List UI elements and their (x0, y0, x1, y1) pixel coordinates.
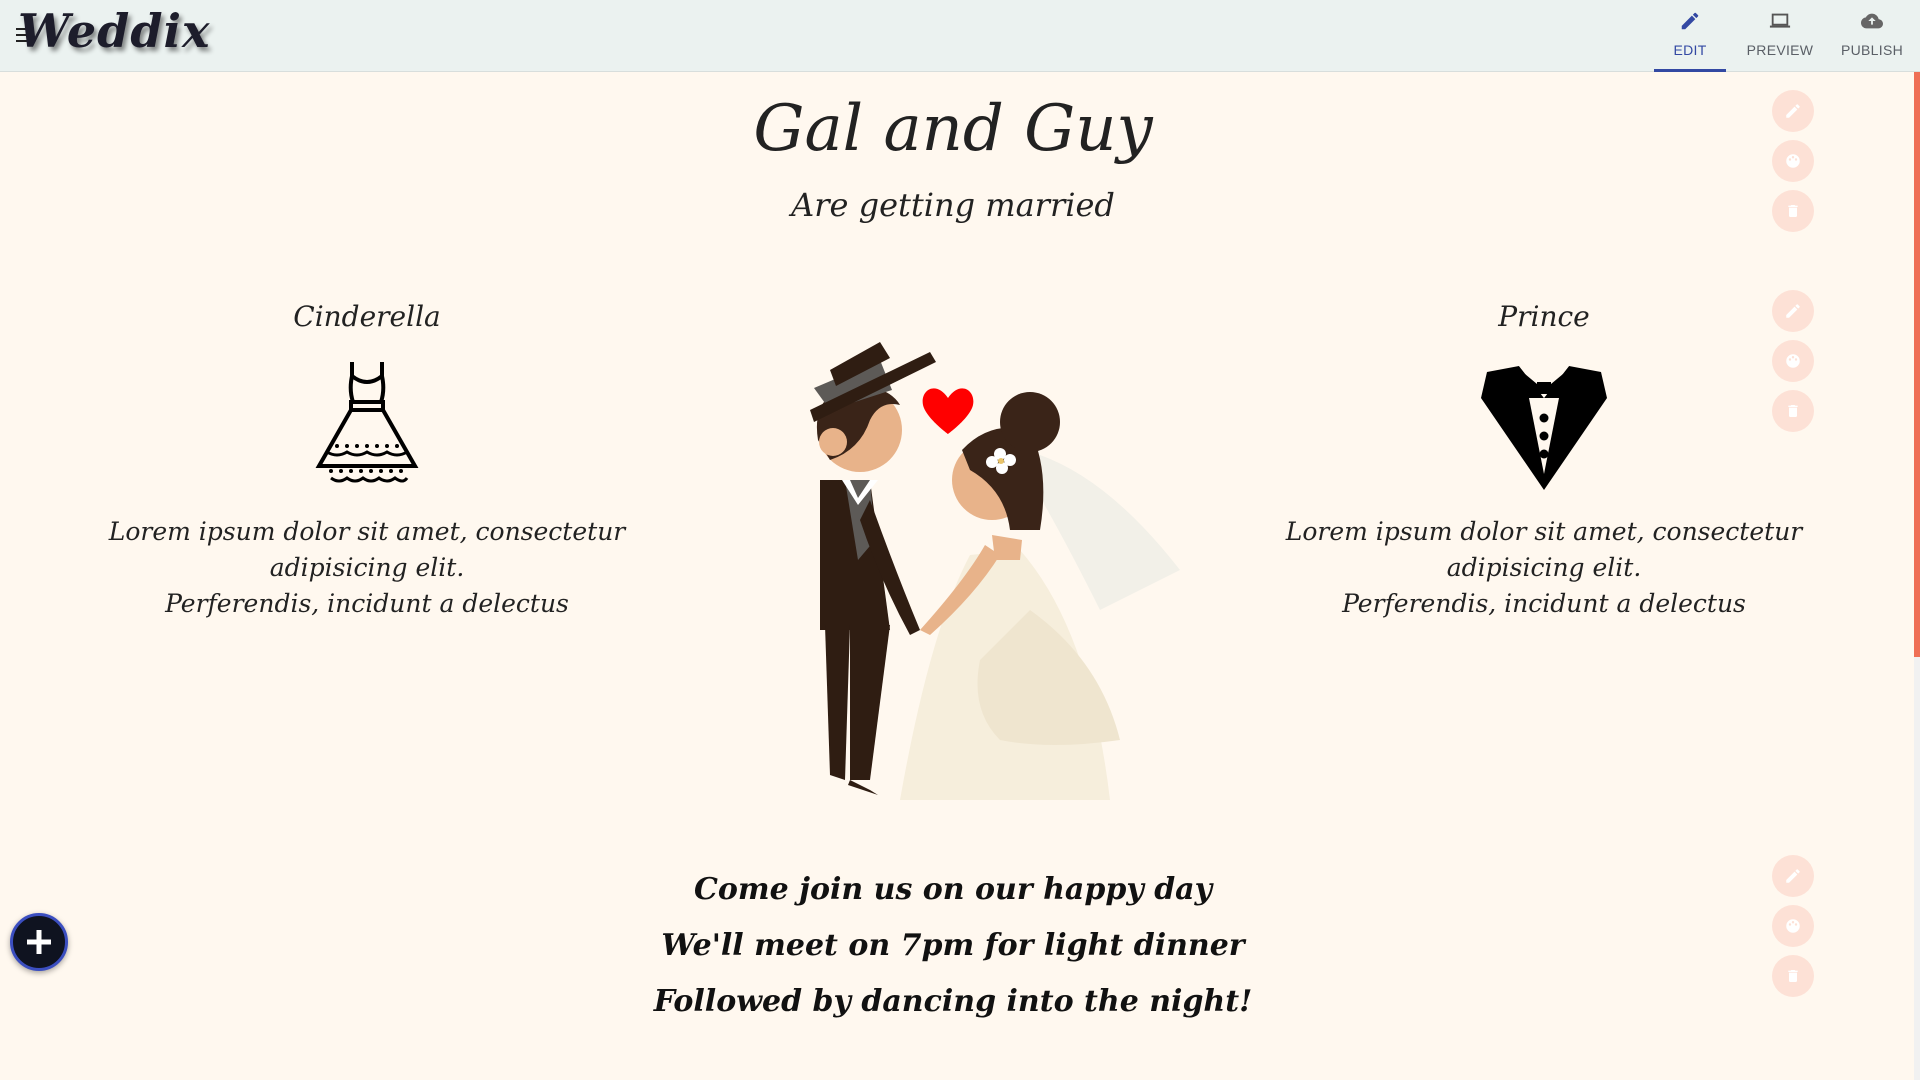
cloud-upload-icon (1824, 10, 1920, 34)
invitation-line-2: We'll meet on 7pm for light dinner (661, 928, 1245, 963)
page-title: Gal and Guy (753, 92, 1153, 166)
invitation-line-3: Followed by dancing into the night! (653, 984, 1253, 1019)
top-nav: EDIT PREVIEW PUBLISH (1650, 0, 1920, 72)
publish-label: PUBLISH (1840, 42, 1903, 58)
laptop-icon (1736, 10, 1824, 34)
couple-illustration (730, 330, 1190, 805)
trash-icon (1788, 970, 1798, 982)
plus-icon (27, 930, 51, 954)
groom-description: Lorem ipsum dolor sit amet, consectetur … (1244, 514, 1844, 622)
groom-name: Prince (1498, 300, 1590, 333)
bride-description: Lorem ipsum dolor sit amet, consectetur … (67, 514, 667, 622)
bride-text-line2: Perferendis, incidunt a delectus (165, 589, 569, 618)
preview-button[interactable]: PREVIEW (1736, 0, 1824, 72)
edit-label: EDIT (1673, 42, 1707, 58)
app-logo: Weddix (18, 4, 211, 58)
pencil-icon (1650, 10, 1730, 34)
dress-icon (67, 358, 667, 498)
groom-text-line2: Perferendis, incidunt a delectus (1342, 589, 1746, 618)
tuxedo-icon (1244, 358, 1844, 498)
page-subtitle: Are getting married (791, 186, 1115, 224)
bride-name: Cinderella (293, 300, 441, 333)
edit-button[interactable]: EDIT (1650, 0, 1730, 72)
add-section-button[interactable] (10, 913, 68, 971)
invitation-line-1: Come join us on our happy day (693, 872, 1213, 907)
preview-label: PREVIEW (1746, 42, 1814, 58)
scrollbar-thumb[interactable] (1914, 72, 1920, 657)
bride-text-line1: Lorem ipsum dolor sit amet, consectetur … (108, 517, 626, 582)
groom-text-line1: Lorem ipsum dolor sit amet, consectetur … (1285, 517, 1803, 582)
top-bar: Weddix EDIT PREVIEW PUBLISH (0, 0, 1920, 72)
publish-button[interactable]: PUBLISH (1824, 0, 1920, 72)
